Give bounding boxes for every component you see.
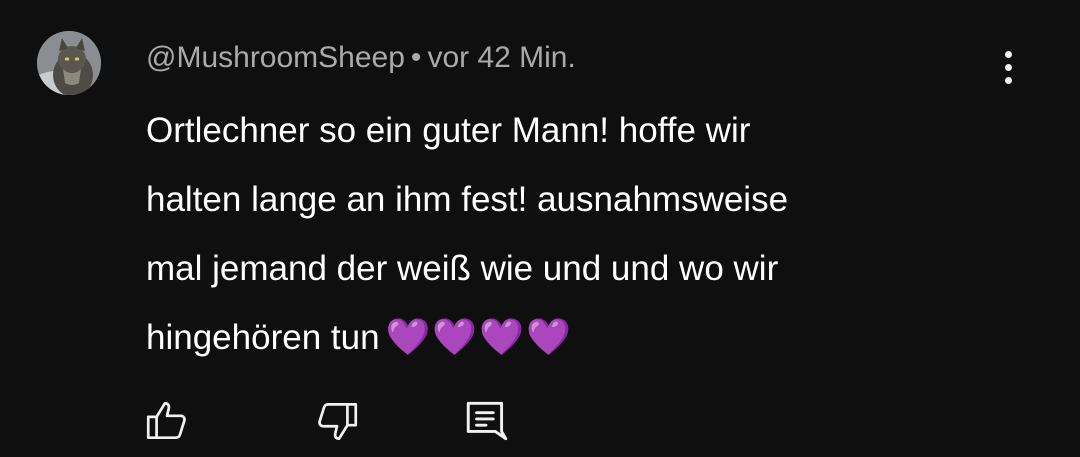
comment-card: @MushroomSheep • vor 42 Min. Ortlechner so… <box>0 0 1080 457</box>
timestamp[interactable]: vor 42 Min. <box>427 41 575 74</box>
purple-heart-emojis: 💜💜💜💜 <box>385 317 573 358</box>
dislike-button[interactable] <box>312 396 362 446</box>
reply-comment-icon <box>466 401 508 441</box>
separator-dot: • <box>410 41 422 74</box>
author-avatar[interactable] <box>37 31 101 95</box>
author-name[interactable]: @MushroomSheep <box>146 41 405 74</box>
comment-header: @MushroomSheep • vor 42 Min. <box>146 38 576 78</box>
more-options-button[interactable] <box>990 44 1026 90</box>
reply-button[interactable] <box>462 396 512 446</box>
thumbs-up-icon <box>146 401 186 440</box>
comment-text: Ortlechner so ein guter Mann! hoffe wir … <box>146 96 966 372</box>
thumbs-down-icon <box>318 402 358 441</box>
like-button[interactable] <box>142 396 192 446</box>
more-vertical-icon <box>1004 50 1012 58</box>
